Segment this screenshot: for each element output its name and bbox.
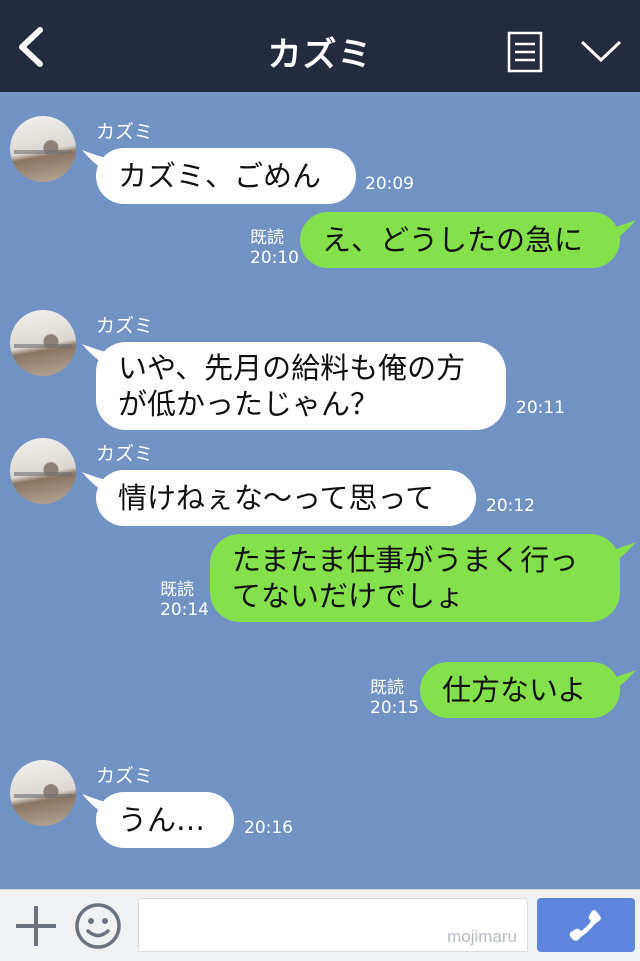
message-row-incoming: カズミ いや、先月の給料も俺の方 が低かったじゃん？ 20:11 <box>0 306 640 432</box>
message-bubble[interactable]: たまたま仕事がうまく行っ てないだけでしょ <box>210 534 620 622</box>
bubble-tail <box>612 670 636 692</box>
message-bubble[interactable]: 仕方ないよ <box>420 662 620 718</box>
message-row-incoming: カズミ うん… 20:16 <box>0 756 640 852</box>
message-time: 20:15 <box>370 698 419 718</box>
message-bubble[interactable]: いや、先月の給料も俺の方 が低かったじゃん？ <box>96 342 506 430</box>
call-button[interactable] <box>537 898 635 952</box>
sender-name: カズミ <box>96 315 154 337</box>
message-row-outgoing: 既読 20:15 仕方ないよ <box>0 662 640 722</box>
message-time: 20:10 <box>250 248 299 268</box>
phone-icon <box>569 910 601 941</box>
message-bubble[interactable]: カズミ、ごめん <box>96 148 356 204</box>
message-bubble[interactable]: 情けねぇな〜って思って <box>96 470 476 526</box>
bubble-tail <box>612 542 636 564</box>
chevron-down-icon[interactable] <box>578 34 624 68</box>
message-input[interactable]: mojimaru <box>138 898 528 952</box>
message-input-bar: mojimaru <box>0 889 640 961</box>
emoji-icon[interactable] <box>74 902 122 950</box>
message-bubble[interactable]: うん… <box>96 792 234 848</box>
watermark: mojimaru <box>447 927 517 946</box>
message-bubble[interactable]: え、どうしたの急に <box>300 212 620 268</box>
contact-avatar[interactable] <box>10 438 76 504</box>
sender-name: カズミ <box>96 121 154 143</box>
message-row-incoming: カズミ 情けねぇな〜って思って 20:12 <box>0 434 640 530</box>
read-receipt: 既読 <box>370 678 404 698</box>
message-time: 20:09 <box>365 174 414 194</box>
bubble-tail <box>612 220 636 242</box>
read-receipt: 既読 <box>250 228 284 248</box>
message-time: 20:16 <box>244 818 293 838</box>
message-time: 20:14 <box>160 600 209 620</box>
contact-avatar[interactable] <box>10 310 76 376</box>
message-row-incoming: カズミ カズミ、ごめん 20:09 <box>0 112 640 212</box>
contact-avatar[interactable] <box>10 760 76 826</box>
chat-header: カズミ <box>0 0 640 92</box>
message-row-outgoing: 既読 20:10 え、どうしたの急に <box>0 212 640 272</box>
menu-list-icon[interactable] <box>507 31 543 73</box>
read-receipt: 既読 <box>160 580 194 600</box>
message-time: 20:11 <box>516 398 565 418</box>
contact-avatar[interactable] <box>10 116 76 182</box>
message-time: 20:12 <box>486 496 535 516</box>
message-row-outgoing: 既読 20:14 たまたま仕事がうまく行っ てないだけでしょ <box>0 534 640 624</box>
chat-title: カズミ <box>267 35 373 75</box>
sender-name: カズミ <box>96 765 154 787</box>
sender-name: カズミ <box>96 443 154 465</box>
plus-icon[interactable] <box>14 904 58 948</box>
